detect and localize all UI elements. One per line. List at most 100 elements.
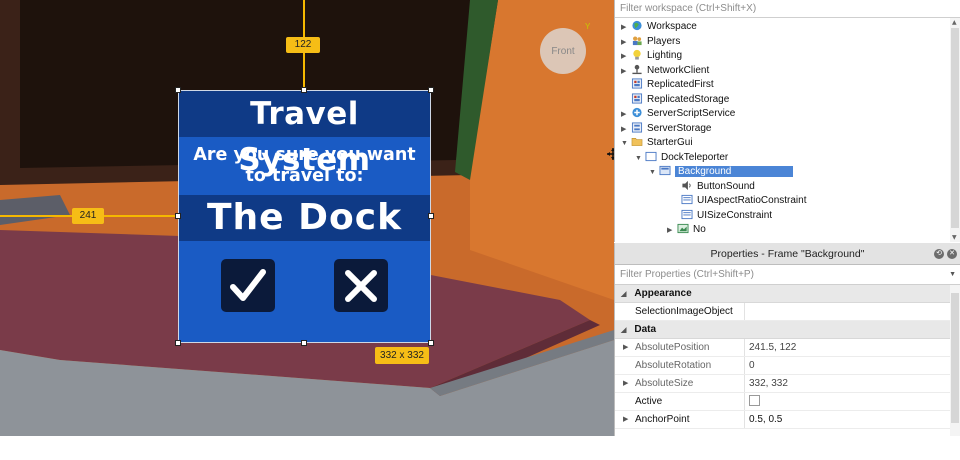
expand-arrow-icon[interactable]: ▶	[623, 411, 628, 429]
folder-icon	[631, 138, 643, 146]
resize-handle-top[interactable]	[301, 87, 307, 93]
properties-header: Properties - Frame "Background" ⟲ ✕	[615, 243, 960, 265]
viewport-3d[interactable]: 122 241 Front Y Travel System Are you su…	[0, 0, 614, 436]
category-appearance[interactable]: ◢ Appearance	[615, 285, 960, 303]
tree-item-lighting[interactable]: ▶ Lighting	[621, 49, 682, 64]
tree-item-workspace[interactable]: ▶ Workspace	[621, 20, 697, 35]
resize-handle-top-left[interactable]	[175, 87, 181, 93]
tree-item-serverscriptservice[interactable]: ▶ ServerScriptService	[621, 107, 735, 122]
property-value: 332, 332	[749, 378, 788, 389]
property-row[interactable]: Active	[615, 393, 960, 411]
resize-handle-bottom-right[interactable]	[428, 340, 434, 346]
resize-handle-left[interactable]	[175, 213, 181, 219]
properties-panel: Properties - Frame "Background" ⟲ ✕ Filt…	[614, 243, 960, 436]
expand-arrow-icon[interactable]: ▶	[621, 50, 631, 64]
expand-arrow-icon[interactable]: ▶	[621, 108, 631, 122]
cancel-button[interactable]	[334, 259, 388, 312]
studio-window: 122 241 Front Y Travel System Are you su…	[0, 0, 960, 460]
tree-item-label: StarterGui	[647, 137, 693, 148]
resize-handle-bottom[interactable]	[301, 340, 307, 346]
axis-y-label: Y	[585, 22, 591, 31]
collapse-arrow-icon[interactable]: ▼	[635, 152, 645, 166]
tree-item-label: Lighting	[647, 50, 683, 61]
confirm-button[interactable]	[221, 259, 275, 312]
expand-arrow-icon[interactable]: ▶	[667, 224, 677, 238]
property-row[interactable]: AbsoluteRotation 0	[615, 357, 960, 375]
property-value[interactable]	[745, 393, 960, 410]
explorer-scrollbar[interactable]: ▲ ▼	[950, 18, 960, 242]
properties-scrollbar[interactable]	[950, 285, 960, 436]
property-name: ▶ AnchorPoint	[615, 411, 745, 428]
property-value[interactable]: 0.5, 0.5	[745, 411, 960, 428]
tree-item-serverstorage[interactable]: ▶ ServerStorage	[621, 121, 712, 137]
expand-arrow-icon[interactable]: ▶	[623, 339, 628, 357]
travel-gui-frame[interactable]: Travel System Are you sure you want to t…	[178, 90, 431, 343]
category-data[interactable]: ◢ Data	[615, 321, 960, 339]
scroll-up-icon[interactable]: ▲	[952, 19, 957, 26]
collapse-arrow-icon[interactable]: ◢	[621, 327, 626, 334]
collapse-arrow-icon[interactable]: ◢	[621, 291, 626, 298]
travel-gui-destination: The Dock	[179, 195, 430, 241]
tree-item-label: UIAspectRatioConstraint	[697, 195, 807, 206]
expand-arrow-icon[interactable]: ▶	[621, 65, 631, 79]
lightbulb-icon	[633, 49, 641, 60]
constraint-icon	[681, 194, 693, 205]
network-icon	[632, 64, 642, 74]
properties-filter-input[interactable]: Filter Properties (Ctrl+Shift+P) ▼	[615, 265, 960, 285]
property-row[interactable]: ▶ AbsolutePosition 241.5, 122	[615, 339, 960, 357]
view-cube-label: Front	[551, 45, 575, 57]
explorer-scroll-thumb[interactable]	[951, 28, 959, 228]
scroll-down-icon[interactable]: ▼	[952, 234, 957, 241]
tree-item-label: ButtonSound	[697, 180, 755, 192]
expand-arrow-icon[interactable]: ▶	[621, 36, 631, 50]
resize-handle-bottom-left[interactable]	[175, 340, 181, 346]
replicated-storage-icon	[631, 92, 643, 104]
collapse-arrow-icon[interactable]: ▼	[621, 137, 631, 151]
tree-item-startergui[interactable]: ▼ StarterGui	[621, 136, 693, 151]
restore-icon[interactable]: ⟲	[934, 249, 944, 259]
tree-item-label: DockTeleporter	[661, 151, 729, 163]
property-name: SelectionImageObject	[615, 303, 745, 320]
property-value: 241.5, 122	[749, 342, 797, 353]
imagebutton-icon	[677, 223, 689, 234]
property-row[interactable]: ▶ AnchorPoint 0.5, 0.5	[615, 411, 960, 429]
active-checkbox[interactable]	[749, 395, 760, 406]
tree-item-replicatedstorage[interactable]: ReplicatedStorage	[621, 92, 729, 108]
chevron-down-icon[interactable]: ▼	[949, 265, 956, 285]
expand-arrow-icon[interactable]: ▶	[621, 123, 631, 137]
tree-item-buttonsound[interactable]: ButtonSound	[671, 180, 755, 195]
properties-scroll-thumb[interactable]	[951, 293, 959, 423]
property-row[interactable]: ▶ AbsoluteSize 332, 332	[615, 375, 960, 393]
tree-item-label: UISizeConstraint	[697, 209, 773, 221]
explorer-filter-input[interactable]: Filter workspace (Ctrl+Shift+X)	[615, 0, 960, 18]
view-cube[interactable]: Front	[540, 28, 586, 74]
resize-handle-right[interactable]	[428, 213, 434, 219]
constraint-icon	[681, 209, 693, 219]
tree-item-uiaspectratioconstraint[interactable]: UIAspectRatioConstraint	[671, 194, 807, 209]
tree-item-label: Workspace	[647, 21, 697, 32]
category-label: Data	[634, 324, 657, 335]
tree-item-label: ServerStorage	[647, 122, 712, 134]
property-row[interactable]: SelectionImageObject	[615, 303, 960, 321]
property-name: AbsoluteRotation	[615, 357, 745, 374]
x-icon	[345, 269, 377, 302]
tree-item-uisizeconstraint[interactable]: UISizeConstraint	[671, 209, 772, 224]
expand-arrow-icon[interactable]: ▶	[623, 375, 628, 393]
expand-arrow-icon[interactable]: ▶	[621, 21, 631, 35]
server-script-icon	[632, 107, 642, 118]
tree-item-replicatedfirst[interactable]: ReplicatedFirst	[621, 78, 714, 93]
frame-icon	[658, 164, 672, 177]
tree-item-background[interactable]: ▼ Background	[649, 164, 794, 180]
tree-item-label: ServerScriptService	[647, 108, 736, 119]
property-value[interactable]	[745, 303, 960, 320]
property-name: ▶ AbsoluteSize	[615, 375, 745, 392]
resize-handle-top-right[interactable]	[428, 87, 434, 93]
tree-item-dockteleporter[interactable]: ▼ DockTeleporter	[635, 151, 728, 166]
tree-item-no[interactable]: ▶ No	[667, 223, 706, 238]
tree-item-players[interactable]: ▶ Players	[621, 35, 680, 50]
property-name: ▶ AbsolutePosition	[615, 339, 745, 356]
tree-item-label: ReplicatedFirst	[647, 79, 714, 90]
close-icon[interactable]: ✕	[947, 249, 957, 259]
collapse-arrow-icon[interactable]: ▼	[649, 166, 659, 180]
tree-item-networkclient[interactable]: ▶ NetworkClient	[621, 64, 709, 79]
